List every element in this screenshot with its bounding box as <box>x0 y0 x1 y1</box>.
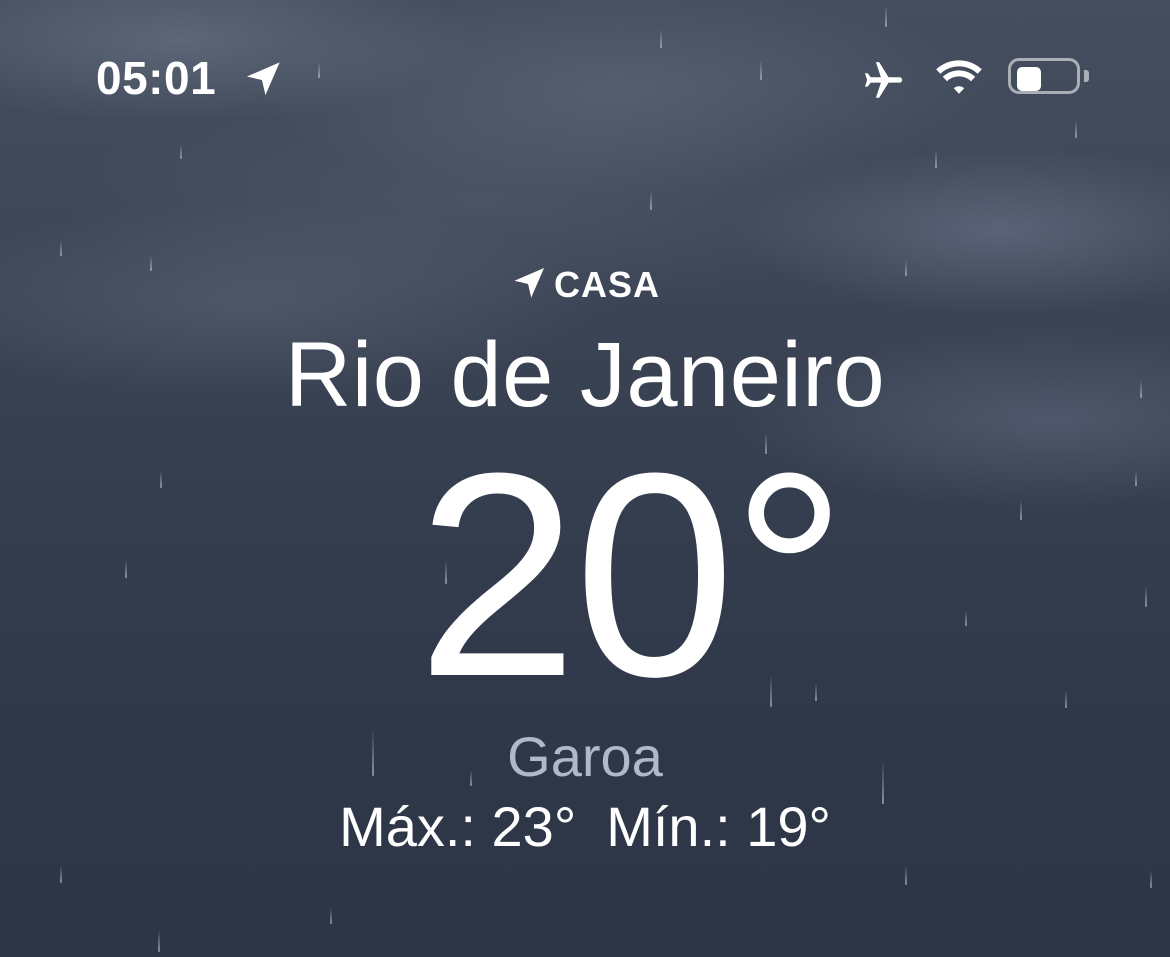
home-location-label: CASA <box>0 262 1170 308</box>
wifi-icon <box>936 60 982 94</box>
navigation-arrow-icon <box>514 267 545 298</box>
current-temperature: 20° <box>416 413 848 737</box>
battery-body <box>1008 58 1080 94</box>
battery-icon <box>1008 58 1092 98</box>
temperature-container: 20° <box>0 430 1170 720</box>
weather-condition: Garoa <box>507 725 663 788</box>
status-time: 05:01 <box>96 52 217 104</box>
home-label-text: CASA <box>553 264 660 305</box>
low-temperature: Mín.: 19° <box>606 795 831 858</box>
high-low-temperatures: Máx.: 23° Mín.: 19° <box>0 795 1170 859</box>
high-temperature: Máx.: 23° <box>339 795 577 858</box>
location-arrow-icon <box>246 62 280 96</box>
battery-cap <box>1084 70 1089 82</box>
weather-screen: 05:01 CASA Rio de Janeiro 20° Garoa Máx.… <box>0 0 1170 957</box>
status-bar: 05:01 <box>0 0 1170 140</box>
airplane-icon <box>864 62 903 98</box>
battery-level-fill <box>1017 67 1041 91</box>
